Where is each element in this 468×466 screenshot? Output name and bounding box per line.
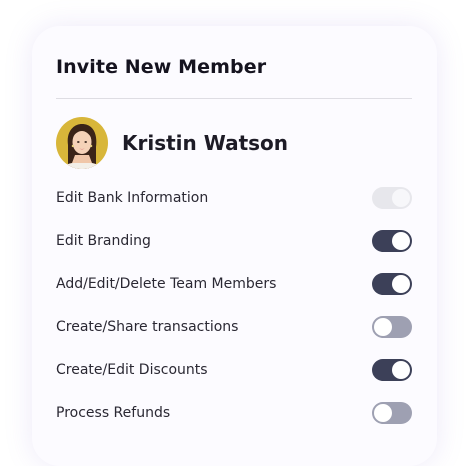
- toggle-team-members[interactable]: [372, 272, 412, 295]
- toggle-process-refunds[interactable]: [372, 401, 412, 424]
- toggle-knob: [392, 360, 410, 379]
- permission-label: Edit Bank Information: [56, 189, 209, 206]
- member-name: Kristin Watson: [122, 131, 289, 155]
- member-info: Kristin Watson: [56, 117, 288, 169]
- permission-row-edit-discounts: Create/Edit Discounts: [56, 348, 412, 391]
- toggle-edit-bank-information[interactable]: [372, 186, 412, 209]
- card-title: Invite New Member: [56, 56, 267, 78]
- invite-member-card: Invite New Member Kristin Watson Edit Ba…: [32, 26, 437, 466]
- toggle-knob: [392, 274, 410, 293]
- permission-list: Edit Bank Information Edit Branding Add/…: [56, 176, 412, 434]
- toggle-knob: [392, 188, 410, 207]
- user-avatar-icon: [56, 117, 108, 169]
- permission-label: Create/Share transactions: [56, 318, 239, 335]
- toggle-knob: [392, 231, 410, 250]
- permission-label: Add/Edit/Delete Team Members: [56, 275, 277, 292]
- divider: [56, 98, 412, 99]
- permission-row-team-members: Add/Edit/Delete Team Members: [56, 262, 412, 305]
- toggle-share-transactions[interactable]: [372, 315, 412, 338]
- permission-row-edit-branding: Edit Branding: [56, 219, 412, 262]
- toggle-edit-branding[interactable]: [372, 229, 412, 252]
- permission-label: Create/Edit Discounts: [56, 361, 208, 378]
- permission-label: Edit Branding: [56, 232, 151, 249]
- toggle-knob: [374, 317, 392, 336]
- permission-label: Process Refunds: [56, 404, 171, 421]
- permission-row-process-refunds: Process Refunds: [56, 391, 412, 434]
- toggle-knob: [374, 403, 392, 422]
- toggle-edit-discounts[interactable]: [372, 358, 412, 381]
- permission-row-edit-bank-information: Edit Bank Information: [56, 176, 412, 219]
- permission-row-share-transactions: Create/Share transactions: [56, 305, 412, 348]
